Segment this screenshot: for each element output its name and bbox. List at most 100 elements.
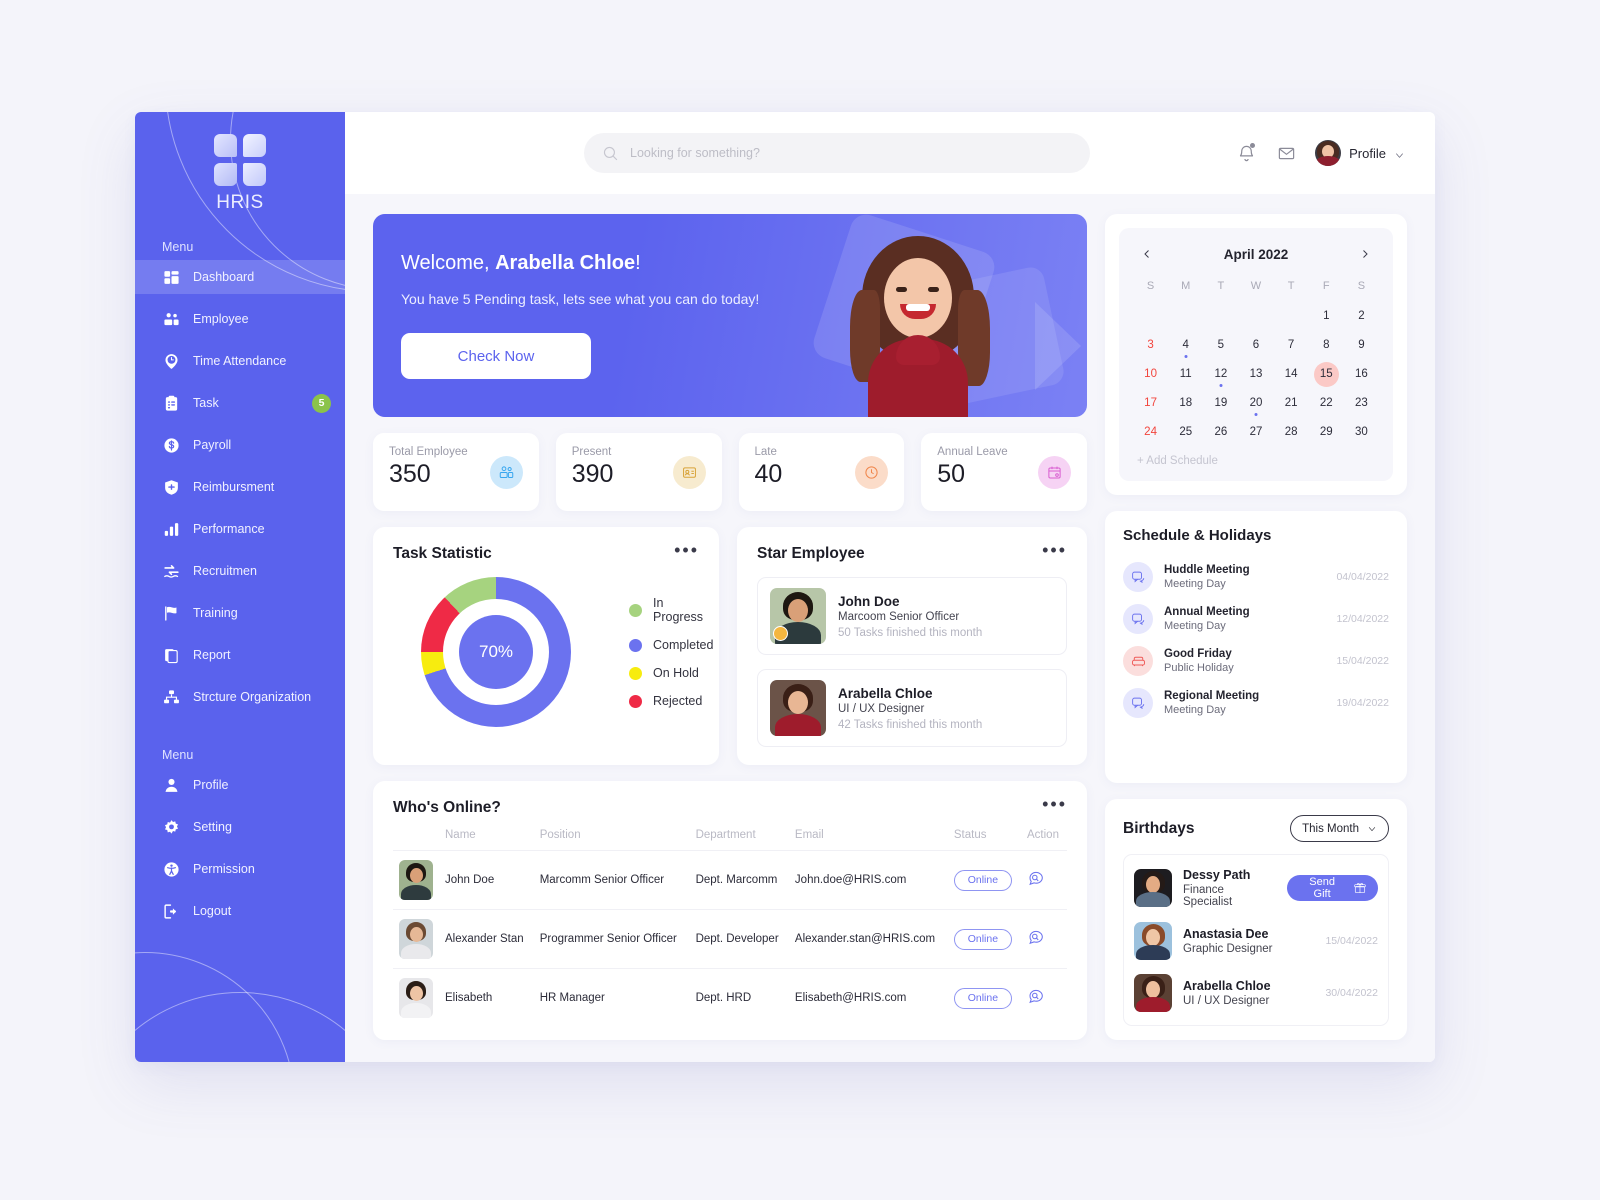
- calendar-blank-cell: [1133, 303, 1168, 329]
- stat-cards-row: Total Employee 350 Present 390 Late 40 A…: [373, 433, 1087, 511]
- birthday-name: Arabella Chloe: [1183, 979, 1271, 993]
- legend-item-in-progress: In Progress: [629, 596, 713, 624]
- sidebar-item-label: Employee: [193, 312, 249, 326]
- send-gift-button[interactable]: Send Gift: [1287, 875, 1378, 901]
- more-dots-icon[interactable]: •••: [1042, 541, 1067, 559]
- calendar-day-5[interactable]: 5: [1203, 332, 1238, 358]
- sidebar-item-recruitmen[interactable]: Recruitmen: [135, 554, 345, 588]
- more-dots-icon[interactable]: •••: [674, 541, 699, 559]
- cell-action: [1021, 968, 1067, 1027]
- calendar-day-18[interactable]: 18: [1168, 390, 1203, 416]
- calendar-day-number: 10: [1144, 368, 1157, 380]
- medal-badge: [773, 626, 788, 641]
- table-row: Elisabeth HR Manager Dept. HRD Elisabeth…: [393, 968, 1067, 1027]
- table-header-row: Name Position Department Email Status Action: [393, 829, 1067, 851]
- sidebar-item-training[interactable]: Training: [135, 596, 345, 630]
- calendar-day-26[interactable]: 26: [1203, 419, 1238, 445]
- schedule-item[interactable]: Good Friday Public Holiday 15/04/2022: [1123, 640, 1389, 682]
- schedule-item[interactable]: Huddle Meeting Meeting Day 04/04/2022: [1123, 556, 1389, 598]
- stat-value: 390: [571, 460, 614, 488]
- chevron-left-icon[interactable]: [1137, 244, 1157, 264]
- calendar-day-7[interactable]: 7: [1274, 332, 1309, 358]
- birthday-item: Arabella Chloe UI / UX Designer 30/04/20…: [1134, 967, 1378, 1019]
- schedule-title: Schedule & Holidays: [1123, 527, 1272, 544]
- schedule-name: Good Friday: [1164, 648, 1232, 660]
- legend-item-rejected: Rejected: [629, 694, 713, 708]
- calendar-day-12[interactable]: 12: [1203, 361, 1238, 387]
- more-dots-icon[interactable]: •••: [1042, 795, 1067, 813]
- search-box[interactable]: [584, 133, 1090, 173]
- calendar-day-17[interactable]: 17: [1133, 390, 1168, 416]
- schedule-name: Regional Meeting: [1164, 690, 1260, 702]
- chevron-right-icon[interactable]: [1355, 244, 1375, 264]
- calendar-day-20[interactable]: 20: [1238, 390, 1273, 416]
- schedule-item[interactable]: Regional Meeting Meeting Day 19/04/2022: [1123, 682, 1389, 724]
- calendar-day-4[interactable]: 4: [1168, 332, 1203, 358]
- sidebar-item-profile[interactable]: Profile: [135, 768, 345, 802]
- calendar-day-27[interactable]: 27: [1238, 419, 1273, 445]
- calendar-day-11[interactable]: 11: [1168, 361, 1203, 387]
- calendar-day-23[interactable]: 23: [1344, 390, 1379, 416]
- brand-logo[interactable]: HRIS: [135, 112, 345, 214]
- task-chart-legend: In Progress Completed On Hold Rejected: [629, 596, 713, 708]
- star-employee-card[interactable]: John Doe Marcoom Senior Officer 50 Tasks…: [757, 577, 1067, 655]
- sidebar-item-time-attendance[interactable]: Time Attendance: [135, 344, 345, 378]
- calendar-day-9[interactable]: 9: [1344, 332, 1379, 358]
- chat-search-icon[interactable]: [1027, 989, 1045, 1009]
- profile-menu[interactable]: Profile: [1315, 140, 1405, 166]
- calendar-day-2[interactable]: 2: [1344, 303, 1379, 329]
- employee-info: John Doe Marcoom Senior Officer 50 Tasks…: [838, 594, 982, 639]
- check-now-button[interactable]: Check Now: [401, 333, 591, 379]
- profile-name: Profile: [1349, 145, 1386, 161]
- birthday-name: Dessy Path: [1183, 868, 1251, 882]
- add-schedule-link[interactable]: + Add Schedule: [1133, 445, 1379, 471]
- calendar-day-28[interactable]: 28: [1274, 419, 1309, 445]
- calendar-day-24[interactable]: 24: [1133, 419, 1168, 445]
- calendar-day-25[interactable]: 25: [1168, 419, 1203, 445]
- search-icon: [602, 145, 619, 162]
- sidebar-item-dashboard[interactable]: Dashboard: [135, 260, 345, 294]
- calendar-day-8[interactable]: 8: [1309, 332, 1344, 358]
- cell-action: [1021, 909, 1067, 969]
- avatar: [1315, 140, 1342, 166]
- calendar-weekday-label: F: [1322, 280, 1330, 292]
- avatar: [1134, 869, 1172, 907]
- sidebar-item-report[interactable]: Report: [135, 638, 345, 672]
- birthdays-title: Birthdays: [1123, 819, 1195, 837]
- calendar-day-6[interactable]: 6: [1238, 332, 1273, 358]
- birthday-role: UI / UX Designer: [1183, 995, 1270, 1007]
- sidebar-item-task[interactable]: Task 5: [135, 386, 345, 420]
- star-employee-card[interactable]: Arabella Chloe UI / UX Designer 42 Tasks…: [757, 669, 1067, 747]
- calendar-day-13[interactable]: 13: [1238, 361, 1273, 387]
- whos-online-table: Name Position Department Email Status Action …: [393, 829, 1067, 1027]
- calendar-day-number: 3: [1147, 339, 1154, 351]
- birthdays-filter-select[interactable]: This Month: [1290, 815, 1389, 842]
- calendar-day-14[interactable]: 14: [1274, 361, 1309, 387]
- calendar-day-21[interactable]: 21: [1274, 390, 1309, 416]
- sidebar-item-strcture-organization[interactable]: Strcture Organization: [135, 680, 345, 714]
- sidebar-item-reimbursment[interactable]: Reimbursment: [135, 470, 345, 504]
- sidebar-item-permission[interactable]: Permission: [135, 852, 345, 886]
- schedule-list: Huddle Meeting Meeting Day 04/04/2022 An…: [1123, 556, 1389, 724]
- chat-search-icon[interactable]: [1027, 930, 1045, 950]
- calendar-day-10[interactable]: 10: [1133, 361, 1168, 387]
- schedule-name: Annual Meeting: [1164, 606, 1250, 618]
- calendar-day-19[interactable]: 19: [1203, 390, 1238, 416]
- schedule-item[interactable]: Annual Meeting Meeting Day 12/04/2022: [1123, 598, 1389, 640]
- sidebar-item-setting[interactable]: Setting: [135, 810, 345, 844]
- notification-bell-icon[interactable]: [1235, 142, 1257, 164]
- calendar-day-1[interactable]: 1: [1309, 303, 1344, 329]
- calendar-day-3[interactable]: 3: [1133, 332, 1168, 358]
- calendar-day-15[interactable]: 15: [1309, 361, 1344, 387]
- sidebar-item-employee[interactable]: Employee: [135, 302, 345, 336]
- calendar-day-29[interactable]: 29: [1309, 419, 1344, 445]
- chat-search-icon[interactable]: [1027, 871, 1045, 891]
- calendar-day-22[interactable]: 22: [1309, 390, 1344, 416]
- mail-icon[interactable]: [1275, 142, 1297, 164]
- sidebar-item-payroll[interactable]: Payroll: [135, 428, 345, 462]
- search-input[interactable]: [630, 146, 1072, 160]
- sidebar-item-logout[interactable]: Logout: [135, 894, 345, 928]
- calendar-day-16[interactable]: 16: [1344, 361, 1379, 387]
- sidebar-item-performance[interactable]: Performance: [135, 512, 345, 546]
- calendar-day-30[interactable]: 30: [1344, 419, 1379, 445]
